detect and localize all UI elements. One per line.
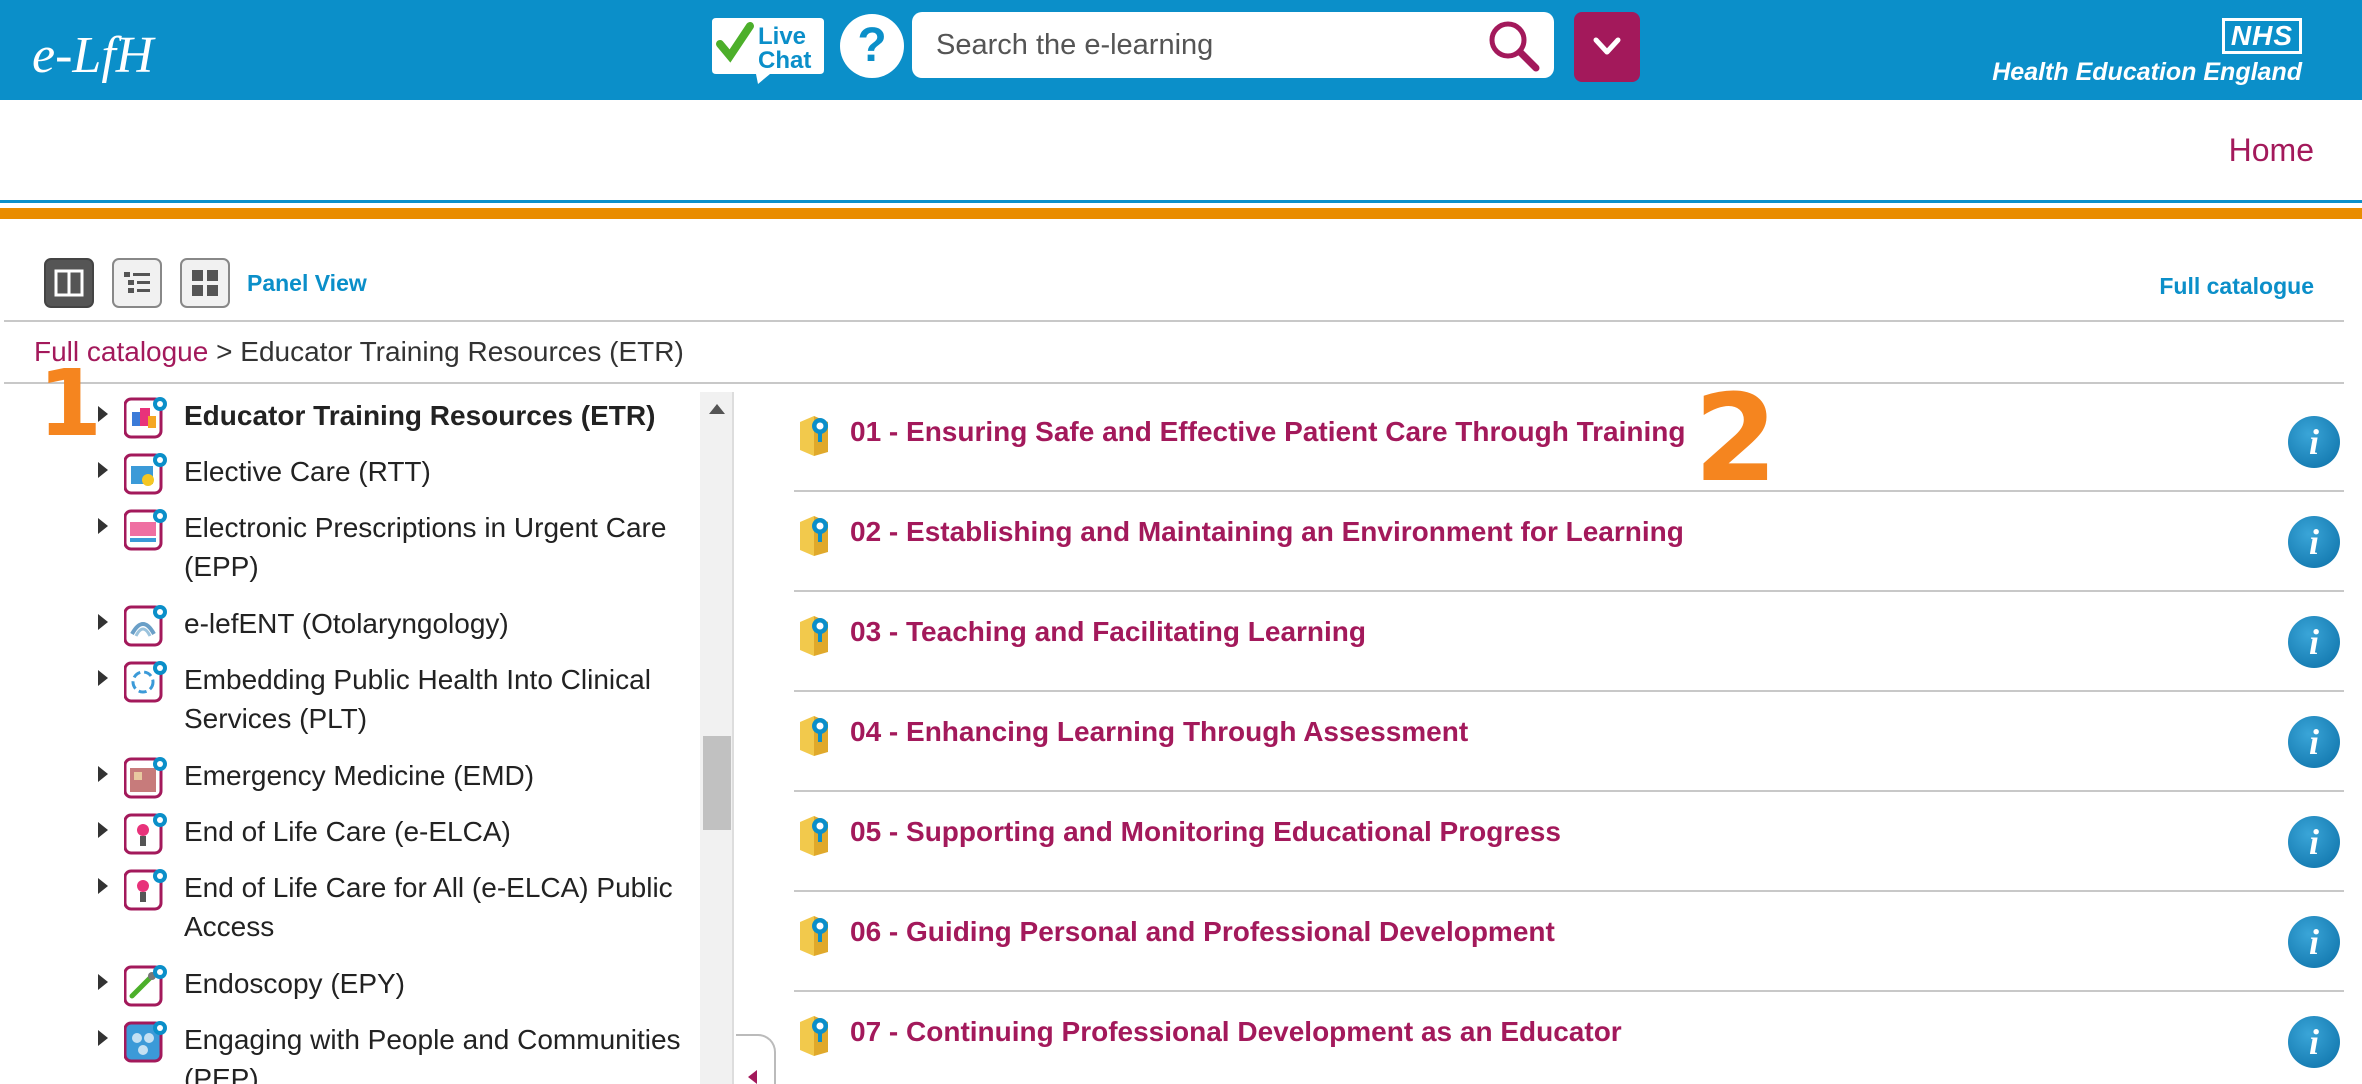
expand-arrow-icon[interactable] — [98, 518, 108, 534]
panel-view-button[interactable] — [44, 258, 94, 308]
panel-view-icon — [54, 269, 84, 297]
info-icon[interactable]: i — [2288, 516, 2340, 568]
course-row[interactable]: 07 - Continuing Professional Development… — [794, 992, 2344, 1084]
full-catalogue-link[interactable]: Full catalogue — [2159, 273, 2314, 300]
live-chat-button[interactable]: Live Chat — [710, 14, 826, 84]
annotation-marker-2: 2 — [1694, 370, 1778, 509]
home-link[interactable]: Home — [2229, 132, 2314, 169]
divider — [0, 200, 2362, 203]
expand-arrow-icon[interactable] — [98, 1030, 108, 1046]
folder-icon — [800, 1016, 828, 1056]
breadcrumb-current: Educator Training Resources (ETR) — [240, 336, 684, 367]
course-title-link[interactable]: 06 - Guiding Personal and Professional D… — [850, 916, 1555, 948]
nhs-logo: NHS — [2221, 18, 2302, 54]
tree-item-label: Engaging with People and Communities (PE… — [184, 1024, 681, 1084]
folder-icon — [800, 616, 828, 656]
epp-programme-icon — [124, 509, 167, 551]
folder-icon — [800, 816, 828, 856]
svg-text:e-LfH: e-LfH — [32, 27, 156, 84]
elca-programme-icon — [124, 813, 167, 855]
info-icon[interactable]: i — [2288, 1016, 2340, 1068]
tree-item-label: Elective Care (RTT) — [184, 456, 431, 487]
course-row[interactable]: 04 - Enhancing Learning Through Assessme… — [794, 692, 2344, 792]
list-view-icon — [124, 272, 150, 293]
list-view-button[interactable] — [112, 258, 162, 308]
course-title-link[interactable]: 07 - Continuing Professional Development… — [850, 1016, 1622, 1048]
catalogue-tree: Educator Training Resources (ETR) Electi… — [0, 392, 700, 1084]
help-button[interactable]: ? — [840, 14, 904, 78]
elfh-logo[interactable]: e-LfH — [32, 10, 172, 90]
search-icon[interactable] — [1486, 18, 1542, 74]
info-icon[interactable]: i — [2288, 616, 2340, 668]
breadcrumb-separator: > — [208, 336, 241, 367]
organisation-name: Health Education England — [1992, 58, 2302, 86]
folder-icon — [800, 416, 828, 456]
svg-text:Chat: Chat — [758, 47, 811, 74]
course-row[interactable]: 03 - Teaching and Facilitating Learning … — [794, 592, 2344, 692]
tree-item-label: End of Life Care (e-ELCA) — [184, 816, 511, 847]
course-row[interactable]: 06 - Guiding Personal and Professional D… — [794, 892, 2344, 992]
plt-programme-icon — [124, 661, 167, 703]
etr-programme-icon — [124, 397, 167, 439]
expand-arrow-icon[interactable] — [98, 822, 108, 838]
info-icon[interactable]: i — [2288, 716, 2340, 768]
course-title-link[interactable]: 01 - Ensuring Safe and Effective Patient… — [850, 416, 1686, 448]
tree-item-label: End of Life Care for All (e-ELCA) Public… — [184, 872, 673, 942]
tree-item-label: Endoscopy (EPY) — [184, 968, 405, 999]
expand-arrow-icon[interactable] — [98, 878, 108, 894]
current-view-label: Panel View — [247, 270, 367, 296]
tree-item-label: Electronic Prescriptions in Urgent Care … — [184, 512, 667, 582]
scroll-thumb[interactable] — [703, 736, 731, 830]
course-title-link[interactable]: 05 - Supporting and Monitoring Education… — [850, 816, 1561, 848]
search-box — [912, 12, 1554, 78]
ent-programme-icon — [124, 605, 167, 647]
expand-arrow-icon[interactable] — [98, 670, 108, 686]
divider — [4, 382, 2344, 384]
rtt-programme-icon — [124, 453, 167, 495]
expand-arrow-icon[interactable] — [98, 462, 108, 478]
folder-icon — [800, 516, 828, 556]
grid-view-button[interactable] — [180, 258, 230, 308]
course-row[interactable]: 05 - Supporting and Monitoring Education… — [794, 792, 2344, 892]
info-icon[interactable]: i — [2288, 916, 2340, 968]
top-bar: e-LfH Live Chat ? NHS Health Education E… — [0, 0, 2362, 100]
breadcrumb: Full catalogue > Educator Training Resou… — [34, 336, 684, 368]
chevron-left-icon — [748, 1070, 757, 1084]
tree-item-label: Educator Training Resources (ETR) — [184, 400, 656, 431]
folder-icon — [800, 716, 828, 756]
course-row[interactable]: 02 - Establishing and Maintaining an Env… — [794, 492, 2344, 592]
divider-accent — [0, 208, 2362, 219]
expand-arrow-icon[interactable] — [98, 766, 108, 782]
course-title-link[interactable]: 04 - Enhancing Learning Through Assessme… — [850, 716, 1468, 748]
tree-item-label: e-lefENT (Otolaryngology) — [184, 608, 509, 639]
annotation-marker-1: 1 — [38, 350, 103, 457]
divider — [4, 320, 2344, 322]
info-icon[interactable]: i — [2288, 416, 2340, 468]
pep-programme-icon — [124, 1021, 167, 1063]
epy-programme-icon — [124, 965, 167, 1007]
expand-arrow-icon[interactable] — [98, 614, 108, 630]
collapse-panel-button[interactable] — [736, 1034, 776, 1084]
expand-arrow-icon[interactable] — [98, 974, 108, 990]
grid-view-icon — [192, 270, 218, 296]
course-title-link[interactable]: 03 - Teaching and Facilitating Learning — [850, 616, 1366, 648]
svg-text:Live: Live — [758, 23, 806, 50]
tree-item-label: Embedding Public Health Into Clinical Se… — [184, 664, 651, 734]
chevron-down-icon — [1593, 37, 1621, 55]
course-title-link[interactable]: 02 - Establishing and Maintaining an Env… — [850, 516, 1684, 548]
course-row[interactable]: 01 - Ensuring Safe and Effective Patient… — [794, 392, 2344, 492]
course-list: 01 - Ensuring Safe and Effective Patient… — [794, 392, 2344, 1084]
scroll-up-arrow-icon[interactable] — [709, 404, 725, 414]
tree-item-label: Emergency Medicine (EMD) — [184, 760, 535, 791]
search-options-dropdown[interactable] — [1574, 12, 1640, 82]
folder-icon — [800, 916, 828, 956]
nhs-branding: NHS Health Education England — [1982, 18, 2302, 88]
tree-scrollbar[interactable] — [700, 392, 734, 1084]
search-input[interactable] — [936, 12, 1476, 78]
elca-public-programme-icon — [124, 869, 167, 911]
info-icon[interactable]: i — [2288, 816, 2340, 868]
emd-programme-icon — [124, 757, 167, 799]
